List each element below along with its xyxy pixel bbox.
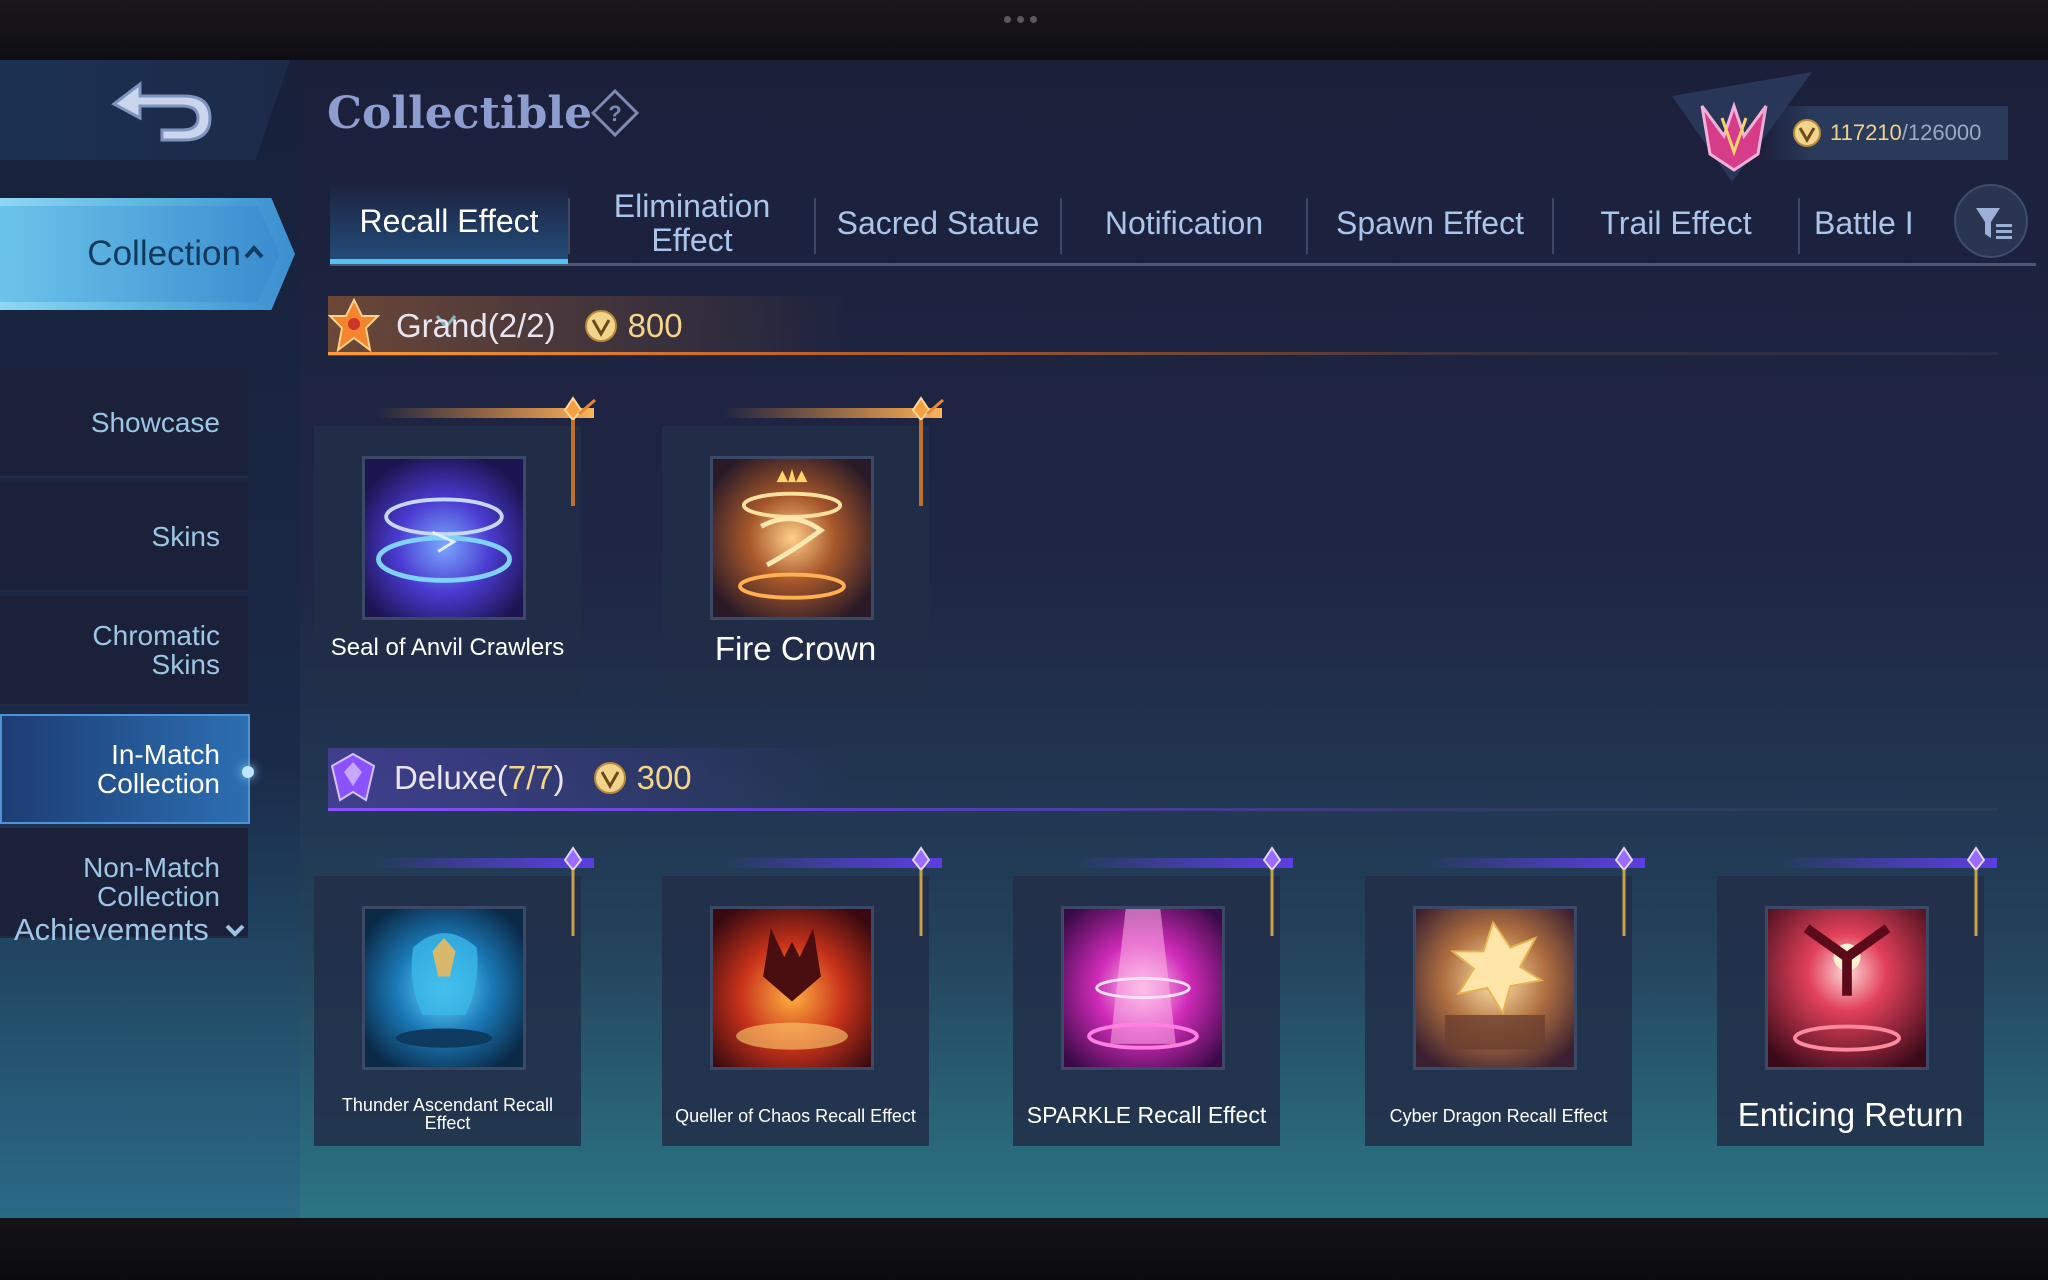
item-name: Enticing Return <box>1737 1096 1964 1133</box>
grand-tier-icon <box>328 298 380 353</box>
device-frame-top <box>0 0 2048 60</box>
section-title: Grand(2/2) <box>396 307 556 344</box>
collector-coin-icon <box>584 310 617 342</box>
collectible-card[interactable]: Queller of Chaos Recall Effect <box>662 846 942 1146</box>
help-icon[interactable]: ? <box>590 88 640 138</box>
cyber-dragon-thumb <box>1413 906 1577 1070</box>
sparkle-thumb <box>1061 906 1225 1070</box>
collectible-card[interactable]: Fire Crown <box>662 396 944 696</box>
sidebar-item-chromatic-skins[interactable]: Chromatic Skins <box>0 596 248 706</box>
more-handle-icon[interactable] <box>1004 16 1037 23</box>
seal-of-anvil-crawlers-thumb <box>362 456 526 620</box>
queller-of-chaos-thumb <box>710 906 874 1070</box>
item-name: Queller of Chaos Recall Effect <box>675 1106 916 1126</box>
collectible-screen: Collection Showcase Skins Chromatic Skin… <box>0 60 2048 1218</box>
tab-recall-effect[interactable]: Recall Effect <box>330 182 568 264</box>
section-header-grand: Grand(2/2) 800 <box>328 296 2008 356</box>
tab-battle[interactable]: Battle I <box>1800 182 1950 264</box>
filter-icon <box>1976 208 2012 239</box>
grand-divider <box>328 352 1998 355</box>
svg-text:?: ? <box>608 101 621 126</box>
points-current: 117210 <box>1830 120 1902 145</box>
section-title-suffix: ) <box>553 759 565 796</box>
item-name: Cyber Dragon Recall Effect <box>1389 1106 1608 1126</box>
active-indicator-dot <box>242 766 254 778</box>
collection-label: Collection <box>87 234 241 273</box>
collector-coin-icon <box>1793 119 1821 147</box>
sidebar-item-showcase[interactable]: Showcase <box>0 368 248 478</box>
section-price: 300 <box>636 759 692 796</box>
deluxe-tier-icon <box>330 752 376 802</box>
sidebar: Collection Showcase Skins Chromatic Skin… <box>0 60 300 1218</box>
tab-label: Notification <box>1104 205 1264 241</box>
sidebar-item-label: Chromatic Skins <box>92 620 220 680</box>
tab-label: Spawn Effect <box>1336 205 1524 241</box>
sidebar-item-label: Skins <box>151 520 220 552</box>
section-title-count: 7/7 <box>507 759 554 796</box>
enticing-return-thumb <box>1765 906 1929 1070</box>
tab-elimination-effect[interactable]: Elimination Effect <box>570 182 814 264</box>
sidebar-item-label: Showcase <box>90 406 220 438</box>
tab-label: Sacred Statue <box>836 205 1040 241</box>
tab-notification[interactable]: Notification <box>1062 182 1306 264</box>
collectible-card[interactable]: SPARKLE Recall Effect <box>1013 846 1293 1146</box>
chevron-up-icon <box>244 244 264 259</box>
section-header-deluxe: Deluxe(7/7) 300 <box>328 748 2008 808</box>
item-name: SPARKLE Recall Effect <box>1026 1102 1267 1128</box>
fire-crown-thumb <box>710 456 874 620</box>
grand-ornament-icon <box>911 396 944 506</box>
collectible-card[interactable]: Cyber Dragon Recall Effect <box>1365 846 1645 1146</box>
deluxe-ornament-icon <box>1262 846 1282 936</box>
deluxe-ornament-icon <box>563 846 583 936</box>
item-name: Fire Crown <box>714 630 877 667</box>
tab-label: Recall Effect <box>359 202 539 239</box>
deluxe-ornament-icon <box>1614 846 1634 936</box>
collectible-card[interactable]: Thunder Ascendant Recall Effect <box>314 846 594 1146</box>
section-title: Deluxe(7/7) <box>394 759 565 797</box>
tab-label: Trail Effect <box>1600 205 1752 241</box>
filter-button[interactable] <box>1954 184 2028 258</box>
chevron-down-icon <box>225 924 245 937</box>
tab-label: Elimination Effect <box>613 188 771 258</box>
back-arrow-icon <box>111 80 212 142</box>
sidebar-item-in-match-collection[interactable]: In-Match Collection <box>0 714 254 824</box>
back-button[interactable] <box>92 74 222 154</box>
section-title-prefix: Deluxe( <box>394 759 508 796</box>
tab-bar: Recall Effect Elimination Effect Sacred … <box>330 182 2036 266</box>
collector-coin-icon <box>593 762 626 794</box>
points-max: /126000 <box>1901 120 1982 145</box>
sidebar-item-label: In-Match Collection <box>97 739 220 799</box>
item-name: Thunder Ascendant Recall Effect <box>341 1095 554 1133</box>
device-frame-bottom <box>0 1218 2048 1280</box>
collection-points: 117210/126000 <box>1762 106 2008 160</box>
sidebar-item-skins[interactable]: Skins <box>0 482 248 592</box>
collection-button[interactable]: Collection <box>0 198 295 310</box>
achievements-label: Achievements <box>14 912 209 947</box>
grand-ornament-icon <box>563 396 596 506</box>
tab-label: Battle I <box>1814 205 1914 241</box>
tab-trail-effect[interactable]: Trail Effect <box>1554 182 1798 264</box>
deluxe-ornament-icon <box>911 846 931 936</box>
thunder-ascendant-thumb <box>362 906 526 1070</box>
collectible-card[interactable]: Seal of Anvil Crawlers <box>314 396 596 696</box>
sidebar-item-label: Non-Match Collection <box>83 852 220 912</box>
achievements-button[interactable]: Achievements <box>14 912 247 948</box>
collectible-card[interactable]: Enticing Return <box>1717 846 1997 1146</box>
tab-spawn-effect[interactable]: Spawn Effect <box>1308 182 1552 264</box>
tab-sacred-statue[interactable]: Sacred Statue <box>816 182 1060 264</box>
section-price: 800 <box>627 307 683 344</box>
deluxe-ornament-icon <box>1966 846 1986 936</box>
item-name: Seal of Anvil Crawlers <box>330 634 565 661</box>
deluxe-divider <box>328 808 1998 811</box>
page-title: Collectible <box>327 88 593 139</box>
